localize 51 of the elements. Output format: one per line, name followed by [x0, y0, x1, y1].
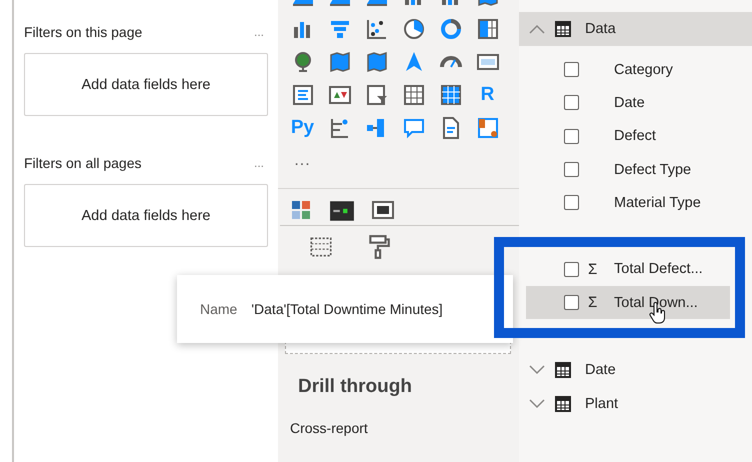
table-icon	[555, 396, 571, 412]
field-name[interactable]: Defect	[614, 128, 656, 144]
cross-report-label: Cross-report	[290, 420, 369, 436]
table-row[interactable]: Plant	[519, 386, 752, 421]
chevron-down-icon[interactable]	[529, 398, 545, 409]
more-options-button[interactable]: ...	[254, 156, 268, 170]
matrix-icon[interactable]	[438, 82, 462, 106]
donut-chart-icon[interactable]	[438, 16, 462, 40]
field-name[interactable]: Total Defect...	[614, 261, 703, 278]
sigma-icon: Σ	[579, 294, 614, 312]
field-name[interactable]: Category	[614, 62, 673, 78]
drill-through-heading: Drill through	[298, 376, 413, 398]
field-row[interactable]: Defect Type	[526, 152, 730, 186]
pie-chart-icon[interactable]	[402, 16, 426, 40]
checkbox[interactable]	[564, 295, 579, 310]
checkbox[interactable]	[564, 95, 579, 110]
field-name[interactable]: Defect Type	[614, 162, 692, 178]
frame-icon[interactable]	[371, 198, 395, 222]
table-icon[interactable]	[402, 82, 426, 106]
app-icon[interactable]	[476, 116, 500, 140]
field-name[interactable]: Material Type	[614, 194, 701, 211]
filter-section-title: Filters on this page	[24, 24, 142, 40]
filter-drop-area[interactable]: Add data fields here	[24, 53, 268, 116]
table-icon	[555, 21, 571, 37]
checkbox[interactable]	[564, 162, 579, 178]
tooltip-value: 'Data'[Total Downtime Minutes]	[251, 301, 443, 317]
field-row[interactable]: Category	[526, 53, 730, 86]
checkbox[interactable]	[564, 195, 579, 210]
list-icon[interactable]	[290, 82, 314, 106]
field-row[interactable]: Defect	[526, 120, 730, 153]
field-row[interactable]: Date	[526, 86, 730, 120]
field-row[interactable]: Material Type	[526, 186, 730, 220]
field-name[interactable]: Date	[614, 94, 645, 111]
field-row[interactable]: Σ Total Defect...	[526, 252, 730, 286]
filter-section-title: Filters on all pages	[24, 155, 142, 171]
more-visuals-button[interactable]: ...	[294, 152, 311, 168]
checkbox[interactable]	[564, 262, 579, 277]
table-row[interactable]: Date	[519, 352, 752, 387]
treemap-icon[interactable]	[476, 16, 500, 40]
more-options-button[interactable]: ...	[254, 25, 268, 39]
sigma-icon: Σ	[579, 260, 614, 278]
tiles-icon[interactable]	[289, 198, 313, 222]
chevron-up-icon[interactable]	[529, 24, 545, 34]
checkbox[interactable]	[564, 62, 579, 78]
table-icon	[555, 362, 571, 378]
slicer-icon[interactable]	[364, 82, 388, 106]
checkbox[interactable]	[564, 128, 579, 144]
table-row[interactable]: Data	[519, 12, 752, 46]
tooltip-label: Name	[200, 301, 238, 317]
filter-drop-area[interactable]: Add data fields here	[24, 184, 268, 247]
chevron-down-icon[interactable]	[529, 364, 545, 375]
